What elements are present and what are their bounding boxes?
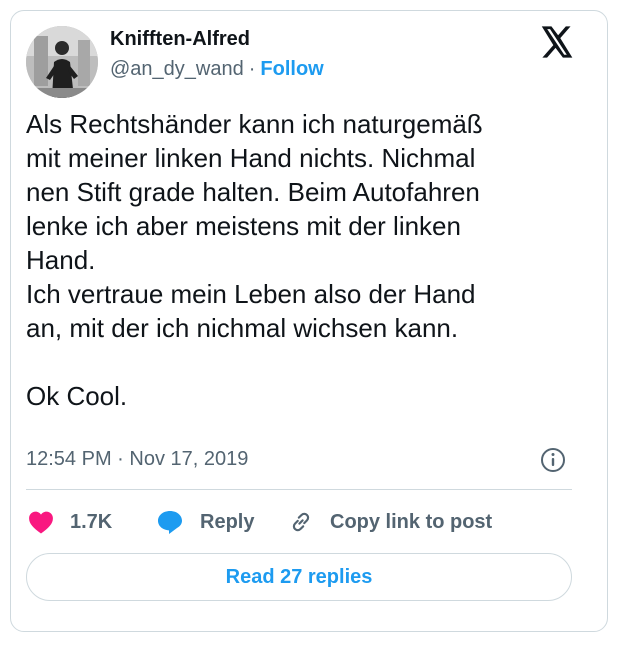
speech-bubble-icon bbox=[158, 511, 182, 534]
read-replies-button[interactable]: Read 27 replies bbox=[26, 553, 572, 601]
info-icon[interactable] bbox=[540, 447, 566, 473]
reply-label: Reply bbox=[200, 510, 255, 533]
profile-photo-icon bbox=[26, 26, 98, 98]
author-display-name[interactable]: Knifften-Alfred bbox=[110, 28, 250, 51]
tweet-text: Als Rechtshänder kann ich naturgemäß mit… bbox=[26, 109, 483, 411]
avatar[interactable] bbox=[26, 26, 98, 98]
tweet-timestamp[interactable]: 12:54 PM · Nov 17, 2019 bbox=[26, 448, 248, 471]
reply-button[interactable]: Reply bbox=[156, 505, 254, 539]
follow-button[interactable]: Follow bbox=[260, 58, 323, 80]
copy-link-label: Copy link to post bbox=[330, 510, 493, 533]
divider bbox=[26, 489, 572, 490]
author-handle-row: @an_dy_wand · Follow bbox=[110, 58, 324, 81]
link-icon bbox=[292, 512, 310, 532]
separator-dot: · bbox=[248, 58, 256, 80]
copy-link-button[interactable]: Copy link to post bbox=[288, 505, 492, 539]
x-logo-icon[interactable] bbox=[540, 26, 574, 58]
like-count: 1.7K bbox=[70, 510, 113, 533]
author-handle[interactable]: @an_dy_wand bbox=[110, 58, 244, 80]
heart-icon bbox=[29, 511, 53, 534]
like-button[interactable]: 1.7K bbox=[28, 505, 112, 539]
